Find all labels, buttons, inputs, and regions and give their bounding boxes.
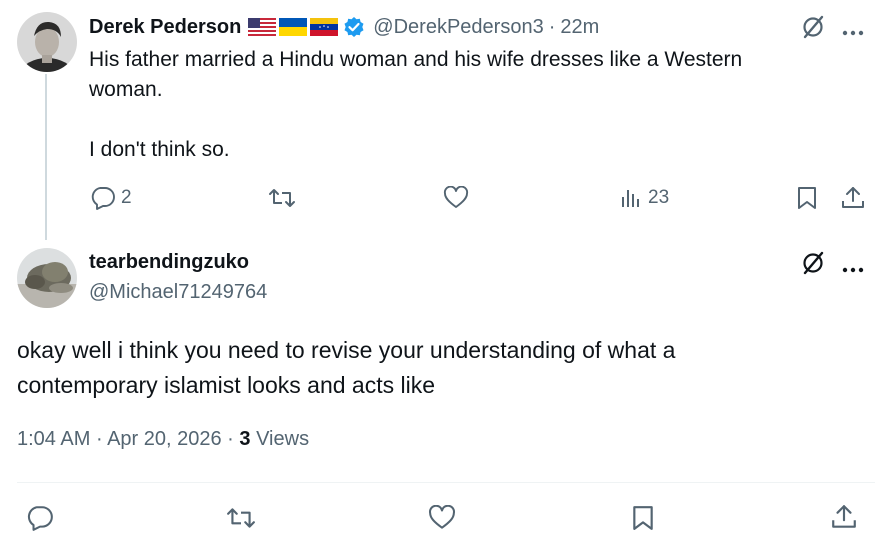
reply-meta: 1:04 AM · Apr 20, 2026 · 3 Views <box>17 428 310 450</box>
reply-share-button[interactable] <box>830 503 858 531</box>
share-icon <box>832 505 856 528</box>
parent-tweet-header: Derek Pederson @DerekPederson3 · 22m <box>89 12 599 42</box>
bookmark-icon <box>633 506 653 530</box>
tweet-time[interactable]: 22m <box>560 16 599 39</box>
bookmark-button[interactable] <box>796 186 818 210</box>
repost-icon <box>227 508 255 528</box>
repost-icon <box>269 189 295 207</box>
grok-icon[interactable] <box>800 14 826 45</box>
bookmark-icon <box>798 187 816 209</box>
ukraine-flag-icon <box>279 18 308 36</box>
author-handle[interactable]: @DerekPederson3 <box>373 16 543 39</box>
share-button[interactable] <box>840 185 866 211</box>
reply-time[interactable]: 1:04 AM <box>17 428 90 450</box>
avatar-derek[interactable] <box>17 12 77 72</box>
reply-views-label: Views <box>256 428 310 450</box>
reply-text-line-1: okay well i think you need to revise you… <box>17 337 676 363</box>
repost-button[interactable] <box>268 186 296 210</box>
avatar-tearbendingzuko[interactable] <box>17 248 77 308</box>
thread-line <box>45 74 47 240</box>
heart-icon <box>429 505 455 529</box>
views-button[interactable]: 23 <box>620 186 669 210</box>
us-flag-icon <box>248 18 277 36</box>
reply-more-options-icon[interactable] <box>842 260 864 278</box>
reply-author-handle[interactable]: @Michael71249764 <box>89 281 267 304</box>
divider <box>17 482 875 483</box>
verified-badge-icon <box>344 17 364 37</box>
reply-count: 2 <box>121 187 132 208</box>
share-icon <box>842 187 864 208</box>
views-count: 23 <box>648 187 670 208</box>
parent-text-line-1: His father married a Hindu woman and his… <box>89 48 743 71</box>
parent-text-line-3: I don't think so. <box>89 138 230 161</box>
parent-tweet-text: His father married a Hindu woman and his… <box>89 45 849 165</box>
more-options-icon[interactable] <box>842 23 864 41</box>
time-separator: · <box>548 15 556 38</box>
reply-date[interactable]: Apr 20, 2026 <box>107 428 222 450</box>
parent-text-line-2: woman. <box>89 78 163 101</box>
reply-tweet-text: okay well i think you need to revise you… <box>17 333 877 403</box>
analytics-icon <box>622 190 639 207</box>
reply-grok-icon[interactable] <box>800 250 826 281</box>
venezuela-flag-icon <box>310 18 339 36</box>
reply-icon <box>91 187 115 210</box>
heart-icon <box>443 186 469 208</box>
reply-bookmark-button[interactable] <box>631 505 655 531</box>
reply-author-name[interactable]: tearbendingzuko <box>89 251 249 274</box>
author-name[interactable]: Derek Pederson <box>89 16 241 39</box>
reply-like-button[interactable] <box>428 505 456 531</box>
reply-button[interactable]: 2 <box>90 186 132 210</box>
reply-views-number: 3 <box>239 428 251 450</box>
reply-icon <box>27 506 53 531</box>
reply-reply-button[interactable] <box>26 505 54 531</box>
reply-text-line-2: contemporary islamist looks and acts lik… <box>17 372 435 398</box>
reply-repost-button[interactable] <box>226 505 256 531</box>
like-button[interactable] <box>443 186 469 210</box>
